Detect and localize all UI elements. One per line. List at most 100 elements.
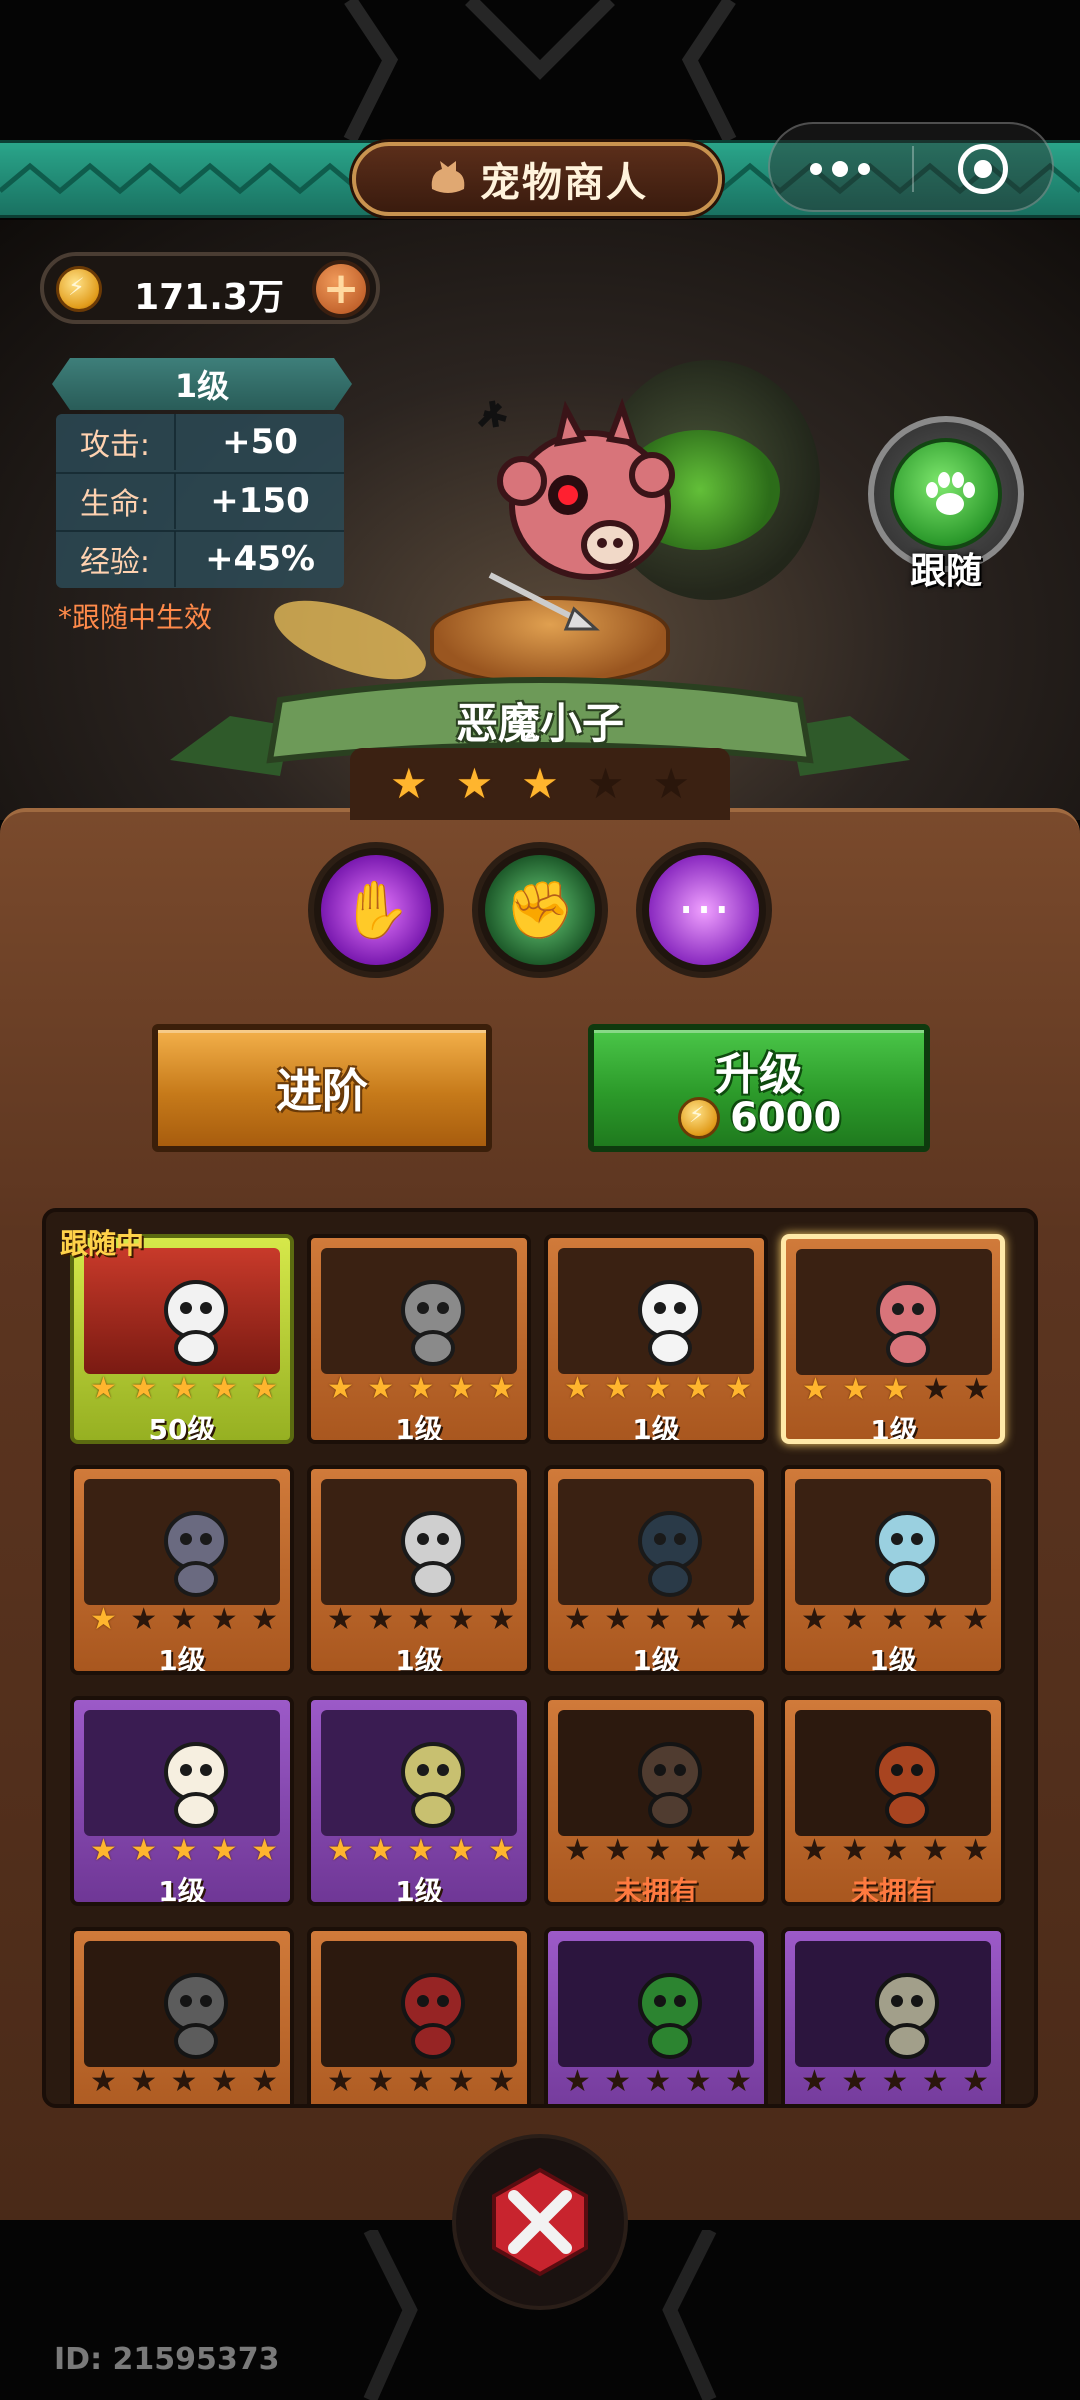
pet-card-stars: ★ ★ ★ ★ ★ bbox=[801, 1603, 989, 1637]
robot-pet-icon bbox=[401, 1280, 465, 1366]
pet-card-label: 1级 bbox=[395, 1413, 443, 1444]
star-empty-icon: ★ bbox=[488, 2064, 515, 2099]
owl-pet-icon bbox=[401, 1742, 465, 1828]
pet-card-stars: ★ ★ ★ ★ ★ bbox=[327, 1834, 515, 1868]
star-filled-icon: ★ bbox=[564, 1371, 591, 1406]
follow-button-core bbox=[890, 438, 1002, 550]
upgrade-button[interactable]: 升级 6000 bbox=[588, 1024, 930, 1152]
star-empty-icon: ★ bbox=[251, 2064, 278, 2099]
pet-card-owl[interactable]: ★ ★ ★ ★ ★ 1级 bbox=[307, 1696, 531, 1906]
star-empty-icon: ★ bbox=[327, 2064, 354, 2099]
follow-button-label: 跟随 bbox=[909, 551, 982, 592]
star-empty-icon: ★ bbox=[604, 1602, 632, 1637]
pet-card-portrait-frame bbox=[795, 1479, 991, 1605]
star-filled-icon: ★ bbox=[644, 1371, 672, 1406]
star-empty-icon: ★ bbox=[881, 1602, 909, 1637]
star-empty-icon: ★ bbox=[841, 1833, 869, 1868]
clown-pet-icon bbox=[164, 1280, 228, 1366]
pet-name: 恶魔小子 bbox=[455, 699, 624, 748]
pet-card-samurai-duck[interactable]: ★ ★ ★ ★ ★ 1级 bbox=[544, 1234, 768, 1444]
star-filled-icon: ★ bbox=[90, 1833, 117, 1868]
advance-button[interactable]: 进阶 bbox=[152, 1024, 492, 1152]
star-empty-icon: ★ bbox=[488, 1602, 515, 1637]
skill-slot-1[interactable]: ✋ bbox=[308, 842, 444, 978]
pet-card-stars: ★ ★ ★ ★ ★ bbox=[327, 2065, 515, 2099]
pet-card-frog[interactable]: ★ ★ ★ ★ ★ 未拥有 bbox=[544, 1927, 768, 2104]
pet-level-plate: 1级 bbox=[52, 358, 352, 410]
star-empty-icon: ★ bbox=[922, 1372, 950, 1407]
stat-value: +45% bbox=[205, 539, 315, 579]
pet-card-devil-kid[interactable]: ★ ★ ★ ★ ★ 1级 bbox=[781, 1234, 1005, 1444]
close-button[interactable] bbox=[452, 2134, 628, 2310]
pet-card-knight[interactable]: ★ ★ ★ ★ ★ 未拥有 bbox=[70, 1927, 294, 2104]
star-empty-icon: ★ bbox=[684, 2064, 712, 2099]
gold-coin-icon bbox=[678, 1097, 720, 1139]
samurai-duck-pet-icon bbox=[638, 1280, 702, 1366]
star-filled-icon: ★ bbox=[367, 1833, 395, 1868]
star-filled-icon: ★ bbox=[725, 1371, 752, 1406]
add-gold-button[interactable]: + bbox=[312, 260, 370, 318]
paw-icon bbox=[926, 472, 975, 515]
stat-row-attack: 攻击: +50 bbox=[56, 414, 344, 470]
pet-card-label: 1级 bbox=[395, 1644, 443, 1675]
star-empty-icon: ★ bbox=[604, 1833, 632, 1868]
skill-slot-2[interactable]: ✊ bbox=[472, 842, 608, 978]
star-filled-icon: ★ bbox=[488, 1833, 515, 1868]
star-filled-icon: ★ bbox=[251, 1371, 278, 1406]
purple-claw-skill-icon: ✋ bbox=[321, 855, 431, 965]
more-menu-button[interactable] bbox=[800, 154, 880, 184]
chick-pet-icon bbox=[875, 1973, 939, 2059]
pet-card-portrait-frame bbox=[795, 1710, 991, 1836]
skill-slot-3[interactable]: ··· bbox=[636, 842, 772, 978]
gold-currency-bar: 171.3万 + bbox=[40, 252, 380, 324]
pet-card-daruma[interactable]: ★ ★ ★ ★ ★ 未拥有 bbox=[307, 1927, 531, 2104]
pet-card-label: 未拥有 bbox=[850, 1875, 935, 1906]
star-filled-icon: ★ bbox=[130, 1833, 158, 1868]
pet-card-clown[interactable]: ★ ★ ★ ★ ★ 50级 bbox=[70, 1234, 294, 1444]
pet-card-portrait-frame bbox=[84, 1479, 280, 1605]
star-empty-icon: ★ bbox=[564, 1833, 591, 1868]
star-filled-icon: ★ bbox=[327, 1371, 354, 1406]
star-empty-icon: ★ bbox=[841, 1602, 869, 1637]
pet-card-label: 1级 bbox=[158, 1875, 206, 1906]
star-empty-icon: ★ bbox=[801, 1833, 828, 1868]
pet-card-dragon[interactable]: ★ ★ ★ ★ ★ 未拥有 bbox=[781, 1696, 1005, 1906]
pet-card-mimic[interactable]: ★ ★ ★ ★ ★ 未拥有 bbox=[544, 1696, 768, 1906]
pet-card-portrait-frame bbox=[321, 1710, 517, 1836]
mimic-pet-icon bbox=[638, 1742, 702, 1828]
exit-mini-program-button[interactable] bbox=[958, 144, 1008, 194]
star-empty-icon: ★ bbox=[447, 1602, 475, 1637]
star-empty-icon: ★ bbox=[367, 2064, 395, 2099]
pet-card-stars: ★ ★ ★ ★ ★ bbox=[564, 1834, 752, 1868]
pet-card-chicken[interactable]: ★ ★ ★ ★ ★ 1级 bbox=[70, 1696, 294, 1906]
pet-card-portrait-frame bbox=[84, 1941, 280, 2067]
pet-card-robot[interactable]: ★ ★ ★ ★ ★ 1级 bbox=[307, 1234, 531, 1444]
pet-card-crow[interactable]: ★ ★ ★ ★ ★ 1级 bbox=[544, 1465, 768, 1675]
star-filled-icon: ★ bbox=[130, 1371, 158, 1406]
skill-list: ✋ ✊ ··· bbox=[308, 842, 772, 978]
star-empty-icon: ★ bbox=[367, 1602, 395, 1637]
pet-level: 1级 bbox=[174, 367, 230, 405]
pet-card-stars: ★ ★ ★ ★ ★ bbox=[90, 1834, 278, 1868]
star-empty-icon: ★ bbox=[130, 1602, 158, 1637]
stats-table: 攻击: +50 生命: +150 经验: +45% bbox=[56, 414, 344, 588]
pet-card-spider[interactable]: ★ ★ ★ ★ ★ 1级 bbox=[781, 1465, 1005, 1675]
star-empty-icon: ★ bbox=[447, 2064, 475, 2099]
star-empty-icon: ★ bbox=[644, 2064, 672, 2099]
crow-pet-icon bbox=[638, 1511, 702, 1597]
star-filled-icon: ★ bbox=[170, 1371, 198, 1406]
pet-card-portrait-frame bbox=[321, 1479, 517, 1605]
star-empty-icon: ★ bbox=[684, 1833, 712, 1868]
pet-card-cat-knight[interactable]: ★ ★ ★ ★ ★ 1级 bbox=[70, 1465, 294, 1675]
star-empty-icon: ★ bbox=[963, 1372, 990, 1407]
star-empty-icon: ★ bbox=[564, 2064, 591, 2099]
star-filled-icon: ★ bbox=[210, 1833, 238, 1868]
star-filled-icon: ★ bbox=[842, 1372, 870, 1407]
pet-card-portrait-frame bbox=[796, 1249, 992, 1375]
stat-label: 生命: bbox=[79, 487, 151, 522]
pet-card-gauntlet[interactable]: ★ ★ ★ ★ ★ 1级 bbox=[307, 1465, 531, 1675]
star-empty-icon: ★ bbox=[327, 1602, 354, 1637]
stat-row-health: 生命: +150 bbox=[56, 472, 344, 529]
pet-card-chick[interactable]: ★ ★ ★ ★ ★ 未拥有 bbox=[781, 1927, 1005, 2104]
star-filled-icon: ★ bbox=[210, 1371, 238, 1406]
